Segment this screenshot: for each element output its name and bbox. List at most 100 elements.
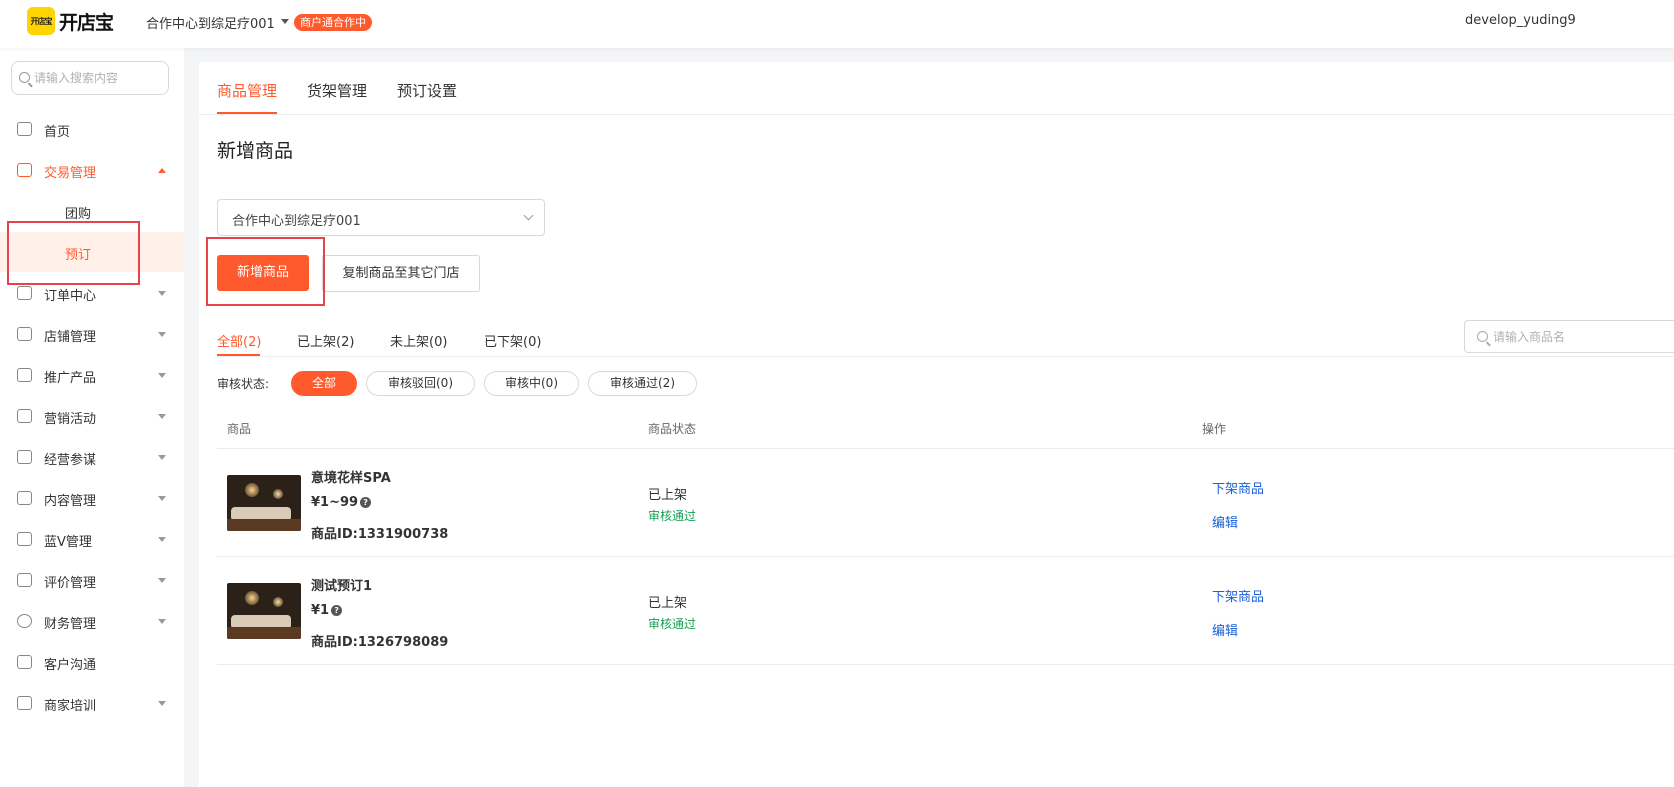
store-icon	[17, 327, 32, 341]
sidebar-search[interactable]	[11, 61, 169, 95]
sidebar-item-label: 商家培训	[44, 699, 97, 714]
sidebar-item-training[interactable]: 商家培训	[0, 683, 184, 723]
edit-product-link[interactable]: 编辑	[1212, 620, 1238, 639]
sidebar-item-customer-chat[interactable]: 客户沟通	[0, 642, 184, 682]
filter-tab-delisted[interactable]: 已下架(0)	[484, 331, 541, 350]
sidebar-item-label: 财务管理	[44, 617, 97, 632]
sidebar-item-bluev[interactable]: 蓝V管理	[0, 519, 184, 559]
chevron-down-icon	[158, 455, 166, 460]
trade-icon	[17, 163, 32, 177]
thumb-icon	[17, 573, 32, 587]
tab-shelf-management[interactable]: 货架管理	[307, 80, 367, 101]
people-icon	[17, 409, 32, 423]
sidebar-item-marketing[interactable]: 营销活动	[0, 396, 184, 436]
column-header-actions: 操作	[1202, 422, 1227, 436]
search-icon	[19, 72, 30, 83]
sidebar-item-label: 客户沟通	[44, 658, 97, 673]
store-select-value: 合作中心到综足疗001	[232, 214, 361, 229]
audit-status: 审核通过	[648, 509, 697, 523]
sidebar-item-label: 内容管理	[44, 494, 97, 509]
product-thumbnail[interactable]	[227, 583, 301, 639]
column-header-product: 商品	[227, 422, 252, 436]
product-status: 已上架	[648, 488, 688, 503]
product-name-search[interactable]	[1464, 320, 1674, 353]
sidebar-item-store[interactable]: 店铺管理	[0, 314, 184, 354]
chevron-down-icon	[158, 537, 166, 542]
chevron-down-icon	[158, 291, 166, 296]
sidebar-item-label: 评价管理	[44, 576, 97, 591]
copy-to-stores-button[interactable]: 复制商品至其它门店	[322, 255, 480, 292]
help-icon[interactable]: ?	[360, 497, 372, 508]
sidebar-item-promotion[interactable]: 推广产品	[0, 355, 184, 395]
delist-product-link[interactable]: 下架商品	[1212, 478, 1264, 497]
content-icon	[17, 491, 32, 505]
sidebar-item-label: 营销活动	[44, 412, 97, 427]
audit-pill-pending[interactable]: 审核中(0)	[484, 371, 579, 396]
product-thumbnail[interactable]	[227, 475, 301, 531]
sidebar-item-label: 团购	[65, 207, 92, 222]
sidebar: 首页 交易管理 团购 预订 订单中心 店铺管理 推广产品 营销活动 经营参谋 内…	[0, 48, 184, 787]
store-select[interactable]: 合作中心到综足疗001	[217, 199, 545, 236]
sidebar-item-home[interactable]: 首页	[0, 109, 184, 149]
store-switcher[interactable]: 合作中心到综足疗001	[146, 13, 275, 32]
sidebar-item-reviews[interactable]: 评价管理	[0, 560, 184, 600]
filter-tab-all[interactable]: 全部(2)	[217, 331, 261, 350]
order-icon	[17, 286, 32, 300]
divider	[217, 356, 1674, 357]
compass-icon	[17, 450, 32, 464]
audit-status: 审核通过	[648, 617, 697, 631]
graduation-icon	[17, 696, 32, 710]
divider	[217, 664, 1674, 665]
top-tabs: 商品管理 货架管理 预订设置	[199, 62, 1674, 115]
tab-booking-settings[interactable]: 预订设置	[397, 80, 457, 101]
home-icon	[17, 122, 32, 136]
product-name: 测试预订1	[311, 579, 373, 594]
sidebar-item-analytics[interactable]: 经营参谋	[0, 437, 184, 477]
sidebar-item-content[interactable]: 内容管理	[0, 478, 184, 518]
filter-tab-unlisted[interactable]: 未上架(0)	[390, 331, 447, 350]
divider	[217, 556, 1674, 557]
sidebar-item-label: 蓝V管理	[44, 535, 92, 550]
logo-text: 开店宝	[59, 11, 114, 34]
edit-product-link[interactable]: 编辑	[1212, 512, 1238, 531]
main-panel: 商品管理 货架管理 预订设置 新增商品 合作中心到综足疗001 新增商品 复制商…	[199, 62, 1674, 787]
chevron-down-icon[interactable]	[281, 19, 289, 24]
chevron-down-icon	[158, 578, 166, 583]
chevron-up-icon	[158, 168, 166, 173]
yen-icon	[17, 614, 32, 628]
tab-product-management[interactable]: 商品管理	[217, 80, 277, 101]
highlight-box-booking	[7, 221, 140, 285]
user-account[interactable]: develop_yuding9	[1465, 13, 1576, 28]
divider	[217, 448, 1674, 449]
filter-tab-listed[interactable]: 已上架(2)	[297, 331, 354, 350]
chevron-down-icon	[158, 414, 166, 419]
chevron-down-icon	[158, 496, 166, 501]
audit-pill-approved[interactable]: 审核通过(2)	[588, 371, 697, 396]
sidebar-item-label: 经营参谋	[44, 453, 97, 468]
page-title: 新增商品	[217, 140, 294, 162]
delist-product-link[interactable]: 下架商品	[1212, 586, 1264, 605]
chevron-down-icon	[158, 701, 166, 706]
active-tab-indicator	[217, 112, 277, 114]
sidebar-search-input[interactable]	[34, 68, 164, 88]
logo-badge: 开店宝	[27, 7, 55, 35]
help-icon[interactable]: ?	[331, 605, 343, 616]
audit-pill-rejected[interactable]: 审核驳回(0)	[366, 371, 475, 396]
sidebar-item-label: 店铺管理	[44, 330, 97, 345]
sidebar-item-label: 订单中心	[44, 289, 97, 304]
top-bar: 开店宝 开店宝 合作中心到综足疗001 商户通合作中 develop_yudin…	[0, 0, 1674, 48]
sidebar-item-label: 首页	[44, 125, 71, 140]
sidebar-item-finance[interactable]: 财务管理	[0, 601, 184, 641]
audit-status-label: 审核状态:	[217, 377, 270, 391]
product-name-search-input[interactable]	[1493, 327, 1673, 347]
sidebar-item-label: 交易管理	[44, 166, 97, 181]
chevron-down-icon	[523, 210, 534, 221]
sidebar-item-trade[interactable]: 交易管理	[0, 150, 184, 190]
audit-pill-all[interactable]: 全部	[291, 371, 357, 396]
product-price: ¥1~99?	[311, 495, 372, 510]
product-name: 意境花样SPA	[311, 471, 391, 486]
highlight-box-add-product	[206, 237, 325, 306]
app-logo[interactable]: 开店宝 开店宝	[27, 7, 127, 35]
product-id: 商品ID:1331900738	[311, 527, 449, 542]
chevron-down-icon	[158, 619, 166, 624]
